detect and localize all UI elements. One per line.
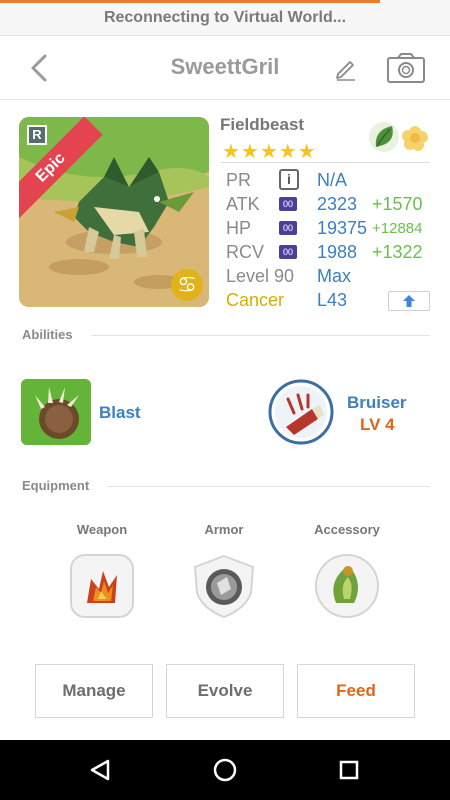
nav-back-button[interactable] [80,750,120,790]
level-label: Level 90 [226,266,295,286]
star-rating: ★★★★★ [222,141,317,163]
stat-bonus: +1322 [372,242,423,262]
accessory-slot[interactable] [314,553,380,619]
ability-name: Blast [99,403,141,422]
monster-name: Fieldbeast [220,115,305,134]
stat-badge: 00 [279,245,297,259]
equipment-weapon: Weapon [57,522,147,618]
camera-button[interactable] [386,52,426,84]
stat-bonus: +12884 [372,220,423,237]
zodiac-label: Cancer [226,290,285,310]
zodiac-level: L43 [317,290,348,310]
stats-panel: PR i N/A ATK 00 2323 +1570 HP 00 19375 +… [224,168,434,312]
skill-icon[interactable] [268,379,334,445]
camera-icon [387,53,425,83]
stat-row-hp: HP 00 19375 +12884 [224,216,434,240]
stat-value: N/A [317,170,348,190]
stat-row-pr: PR i N/A [224,168,434,192]
connection-progress-bar [0,0,380,3]
stat-row-atk: ATK 00 2323 +1570 [224,192,434,216]
abilities-heading: Abilities [22,327,73,342]
claw-icon [21,379,91,445]
ability-icon[interactable] [21,379,91,445]
bruiser-icon [268,379,334,445]
flower-icon [402,126,428,151]
pencil-icon [336,61,355,81]
header: SweettGril [0,36,450,100]
stat-value: 2323 [317,194,358,214]
stat-row-level: Level 90 Max [224,264,434,288]
cancer-zodiac-icon: ♋ [171,269,203,301]
equip-label: Weapon [76,522,128,537]
equipment-heading: Equipment [22,478,90,493]
level-value: Max [317,266,352,286]
back-button[interactable] [22,50,56,86]
connection-status-text: Reconnecting to Virtual World... [103,9,347,26]
manage-button[interactable]: Manage [35,664,153,718]
page-title: SweettGril [170,54,280,79]
stat-label: PR [226,170,252,190]
zodiac-upgrade-button[interactable] [388,291,430,311]
stat-label: ATK [226,194,260,214]
monster-portrait[interactable]: R Epic ♋ [19,117,209,307]
stat-row-rcv: RCV 00 1988 +1322 [224,240,434,264]
skill-name: Bruiser [347,393,407,412]
equip-label: Armor [204,522,244,537]
abilities-divider [92,335,430,336]
stat-value: 1988 [317,242,358,262]
equipment-divider [108,486,430,487]
stat-value: 19375 [317,218,368,238]
rarity-badge: R [27,125,47,145]
stat-badge: 00 [279,197,297,211]
circle-home-icon [213,758,237,782]
square-recents-icon [339,760,359,780]
stat-row-zodiac: Cancer L43 [224,288,434,312]
leaf-icon [369,122,399,152]
stat-label: HP [226,218,252,238]
element-icons [368,120,432,154]
chevron-left-icon [31,54,47,82]
equipment-accessory: Accessory [302,522,392,618]
stat-bonus: +1570 [372,194,423,214]
info-icon[interactable]: i [279,169,299,190]
nav-recents-button[interactable] [329,750,369,790]
system-nav-bar [0,740,450,800]
weapon-icon [70,554,134,618]
equipment-armor: Armor [179,522,269,619]
armor-slot[interactable] [191,553,257,619]
weapon-slot[interactable] [69,553,135,619]
stat-label: RCV [226,242,265,262]
name-divider [220,162,430,163]
nav-home-button[interactable] [205,750,245,790]
equip-label: Accessory [314,522,380,537]
triangle-back-icon [90,759,110,781]
arrow-up-icon [403,295,415,307]
stat-badge: 00 [279,221,297,235]
armor-icon [193,554,255,619]
skill-level: LV 4 [360,415,395,434]
edit-name-button[interactable] [332,54,360,82]
evolve-button[interactable]: Evolve [166,664,284,718]
status-bar: Reconnecting to Virtual World... [0,0,450,36]
feed-button[interactable]: Feed [297,664,415,718]
accessory-icon [315,554,379,618]
